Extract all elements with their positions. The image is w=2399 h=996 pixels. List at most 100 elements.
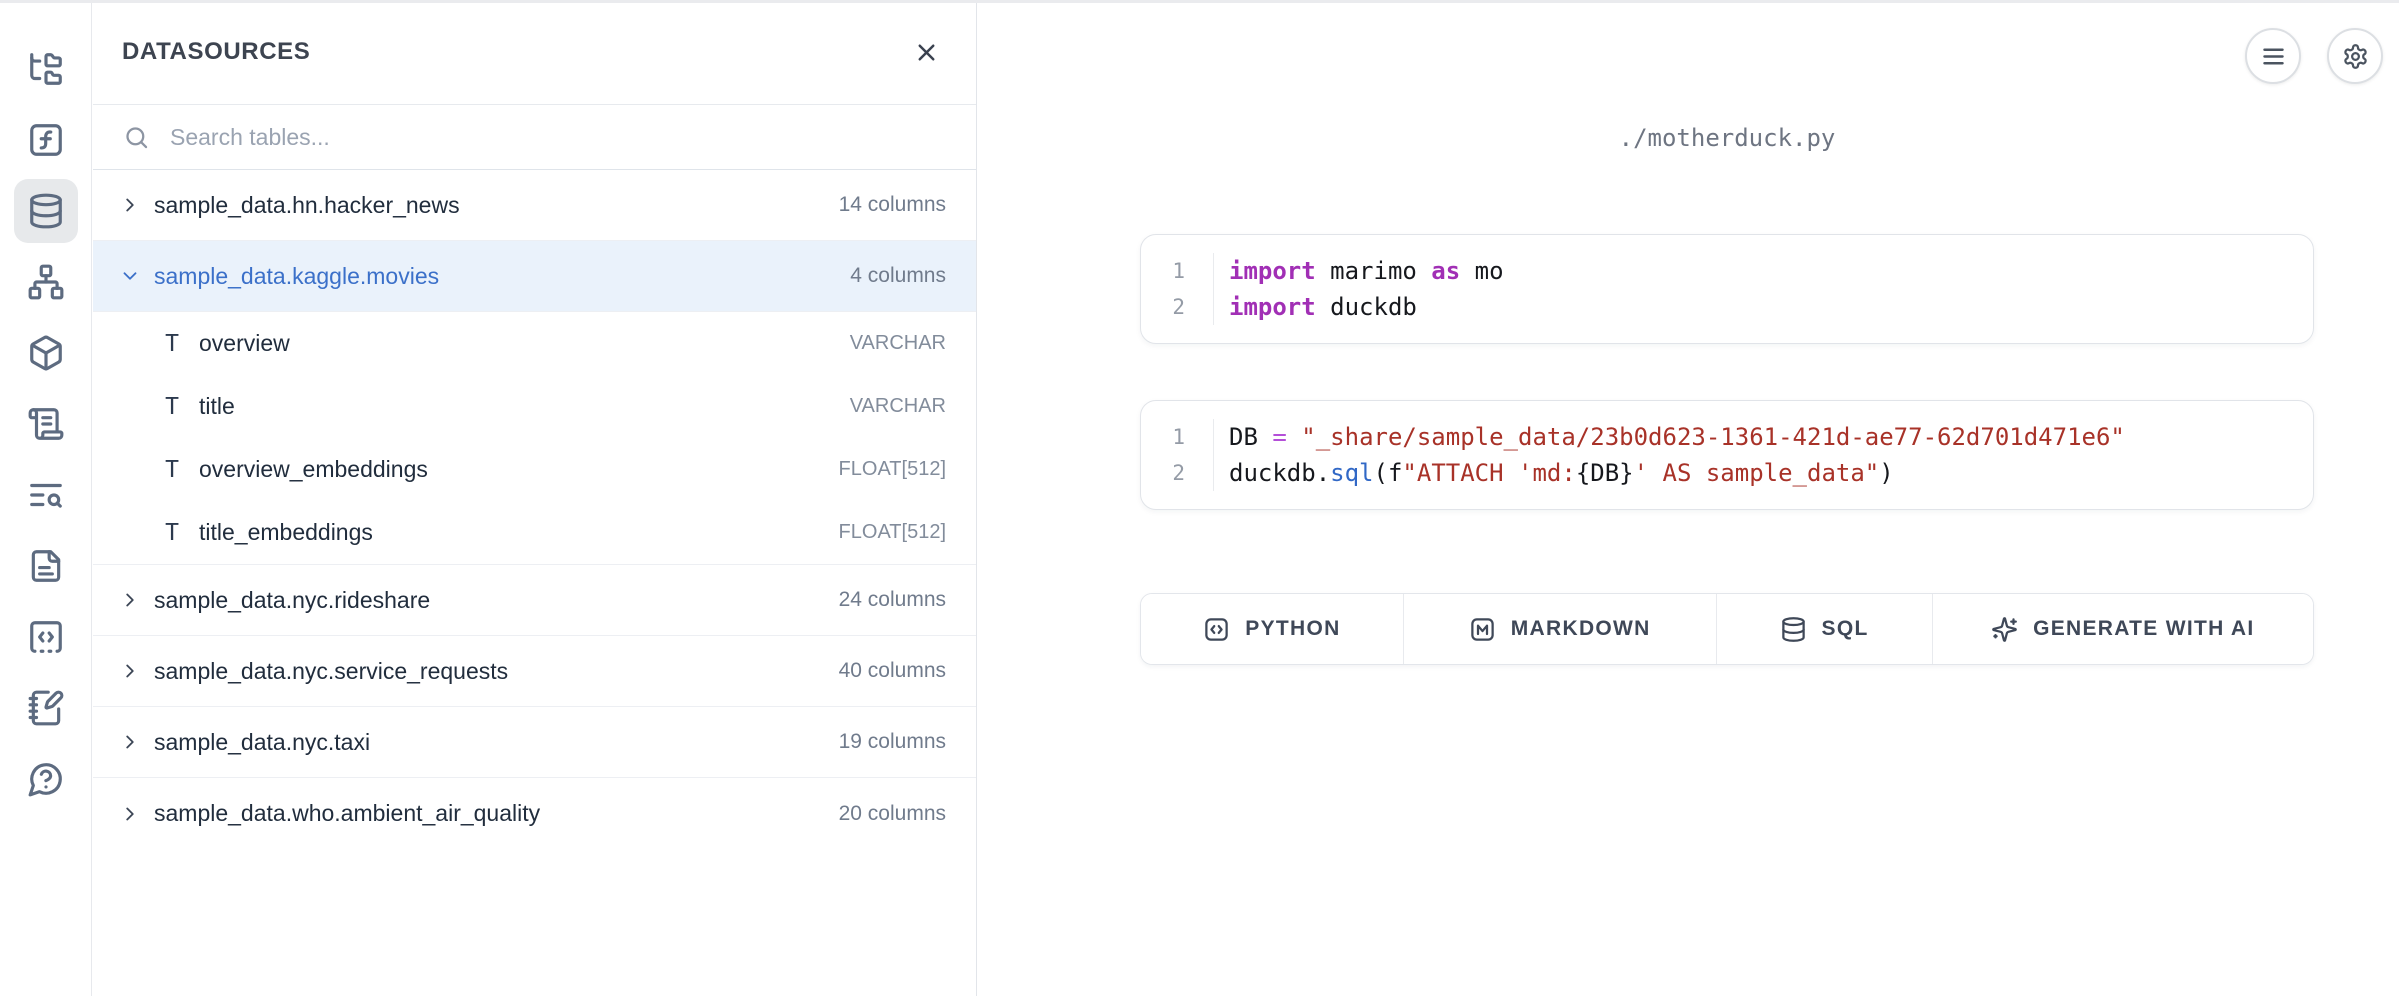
table-row[interactable]: sample_data.nyc.rideshare 24 columns (93, 565, 976, 636)
markdown-square-icon (1469, 616, 1496, 643)
panel-header: DATASOURCES (93, 0, 976, 105)
notebook-menu-button[interactable] (2245, 28, 2301, 84)
rail-file-explorer-button[interactable] (14, 37, 78, 101)
table-column-count: 14 columns (839, 193, 946, 217)
chevron-right-icon (119, 660, 141, 682)
rail-dependencies-button[interactable] (14, 250, 78, 314)
column-type: VARCHAR (850, 332, 946, 355)
column-row[interactable]: T title_embeddings FLOAT[512] (93, 501, 976, 564)
column-type: FLOAT[512] (839, 458, 946, 481)
rail-datasources-button[interactable] (14, 179, 78, 243)
table-name: sample_data.kaggle.movies (154, 263, 439, 290)
notebook-main: ./motherduck.py 1 2 import marimo as mo … (978, 0, 2399, 996)
add-sql-cell-button[interactable]: SQL (1716, 594, 1932, 664)
add-markdown-label: MARKDOWN (1511, 617, 1651, 641)
line-number: 1 (1141, 419, 1185, 455)
add-markdown-cell-button[interactable]: MARKDOWN (1403, 594, 1716, 664)
table-name: sample_data.hn.hacker_news (154, 192, 460, 219)
notebook-pen-icon (27, 689, 65, 727)
code-square-icon (1203, 616, 1230, 643)
line-number-gutter: 1 2 (1141, 419, 1214, 491)
close-panel-button[interactable] (913, 39, 940, 66)
line-number: 2 (1141, 289, 1185, 325)
table-name: sample_data.nyc.service_requests (154, 658, 508, 685)
rail-documentation-button[interactable] (14, 534, 78, 598)
column-name: overview (199, 330, 290, 357)
column-row[interactable]: T overview_embeddings FLOAT[512] (93, 438, 976, 501)
column-row[interactable]: T title VARCHAR (93, 375, 976, 438)
table-row[interactable]: sample_data.nyc.service_requests 40 colu… (93, 636, 976, 707)
rail-packages-button[interactable] (14, 321, 78, 385)
settings-button[interactable] (2327, 28, 2383, 84)
chevron-right-icon (119, 194, 141, 216)
table-column-count: 20 columns (839, 802, 946, 826)
line-number: 1 (1141, 253, 1185, 289)
code-square-dashed-icon (27, 618, 65, 656)
notebook-filename: ./motherduck.py (1140, 0, 2314, 152)
generate-with-ai-button[interactable]: GENERATE WITH AI (1932, 594, 2313, 664)
database-icon (1780, 616, 1807, 643)
table-column-count: 19 columns (839, 730, 946, 754)
table-column-count: 40 columns (839, 659, 946, 683)
window-controls (2245, 28, 2383, 84)
column-type: FLOAT[512] (839, 521, 946, 544)
line-number-gutter: 1 2 (1141, 253, 1214, 325)
table-column-count: 4 columns (850, 264, 946, 288)
column-name: title_embeddings (199, 519, 373, 546)
box-icon (27, 334, 65, 372)
function-square-icon (27, 121, 65, 159)
varchar-type-icon: T (159, 394, 185, 420)
table-row[interactable]: sample_data.hn.hacker_news 14 columns (93, 170, 976, 241)
generate-with-ai-label: GENERATE WITH AI (2033, 617, 2254, 641)
rail-variables-button[interactable] (14, 108, 78, 172)
column-type: VARCHAR (850, 395, 946, 418)
table-search-row (93, 105, 976, 170)
table-row-selected[interactable]: sample_data.kaggle.movies 4 columns (93, 241, 976, 312)
rail-logs-button[interactable] (14, 392, 78, 456)
table-name: sample_data.nyc.taxi (154, 729, 370, 756)
close-icon (913, 39, 940, 66)
code-cell[interactable]: 1 2 DB = "_share/sample_data/23b0d623-13… (1140, 400, 2314, 510)
varchar-type-icon: T (159, 520, 185, 546)
expanded-columns: T overview VARCHAR T title VARCHAR T ove… (93, 312, 976, 565)
varchar-type-icon: T (159, 457, 185, 483)
scroll-text-icon (27, 405, 65, 443)
column-name: overview_embeddings (199, 456, 428, 483)
table-name: sample_data.nyc.rideshare (154, 587, 430, 614)
rail-help-chat-button[interactable] (14, 747, 78, 811)
search-icon (123, 124, 150, 151)
search-tables-input[interactable] (170, 124, 946, 151)
rail-find-button[interactable] (14, 463, 78, 527)
code-editor[interactable]: DB = "_share/sample_data/23b0d623-1361-4… (1214, 419, 2313, 491)
add-python-cell-button[interactable]: PYTHON (1141, 594, 1403, 664)
table-row[interactable]: sample_data.nyc.taxi 19 columns (93, 707, 976, 778)
add-python-label: PYTHON (1245, 617, 1340, 641)
panel-title: DATASOURCES (122, 38, 310, 66)
varchar-type-icon: T (159, 331, 185, 357)
table-column-count: 24 columns (839, 588, 946, 612)
line-number: 2 (1141, 455, 1185, 491)
activity-rail (0, 0, 92, 996)
database-icon (27, 192, 65, 230)
rail-scratchpad-button[interactable] (14, 676, 78, 740)
column-row[interactable]: T overview VARCHAR (93, 312, 976, 375)
datasources-panel: DATASOURCES sample_data.hn.hacker_news 1… (93, 0, 977, 996)
text-search-icon (27, 476, 65, 514)
gear-icon (2342, 43, 2369, 70)
chevron-right-icon (119, 803, 141, 825)
table-row[interactable]: sample_data.who.ambient_air_quality 20 c… (93, 778, 976, 849)
chevron-down-icon (119, 265, 141, 287)
message-question-icon (27, 760, 65, 798)
file-text-icon (27, 547, 65, 585)
code-cell[interactable]: 1 2 import marimo as mo import duckdb (1140, 234, 2314, 344)
table-name: sample_data.who.ambient_air_quality (154, 800, 540, 827)
rail-snippets-button[interactable] (14, 605, 78, 669)
code-editor[interactable]: import marimo as mo import duckdb (1214, 253, 2313, 325)
column-name: title (199, 393, 235, 420)
top-strip (0, 0, 2399, 3)
add-cell-toolbar: PYTHON MARKDOWN SQL GENERATE WITH AI (1140, 593, 2314, 665)
network-icon (27, 263, 65, 301)
chevron-right-icon (119, 731, 141, 753)
chevron-right-icon (119, 589, 141, 611)
add-sql-label: SQL (1822, 617, 1869, 641)
